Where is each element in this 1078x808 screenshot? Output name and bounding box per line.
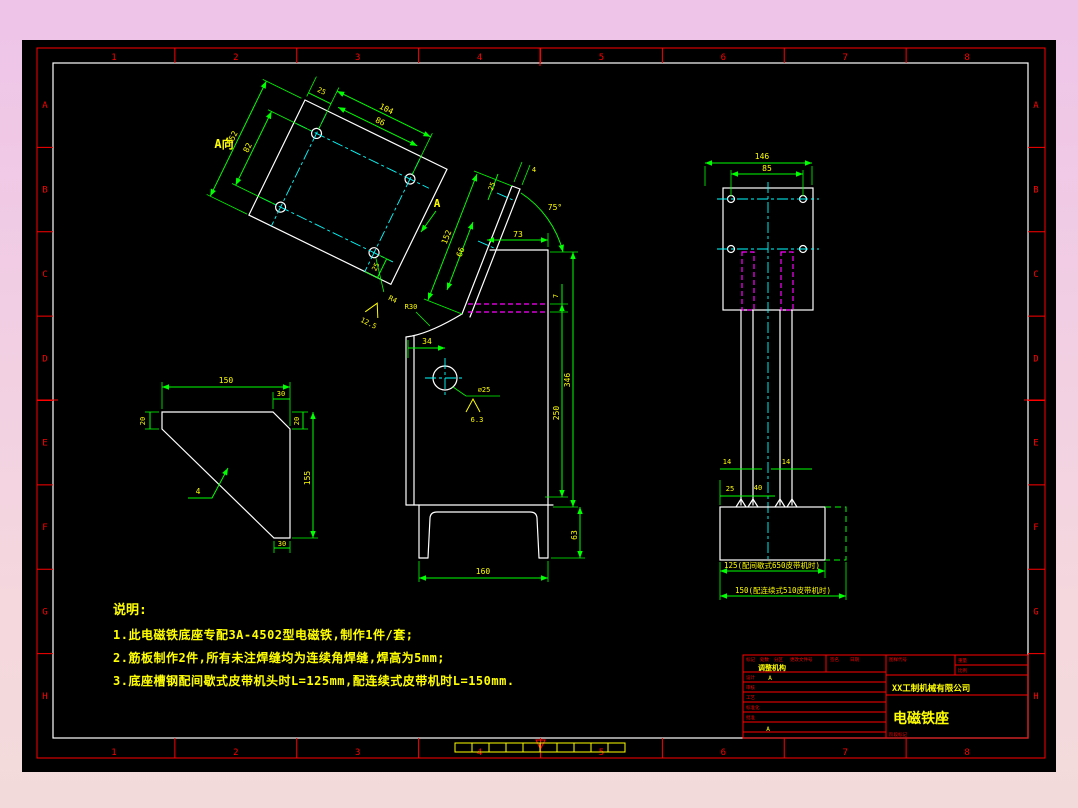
tb-label: 工艺 bbox=[746, 695, 755, 701]
zone-letter-right: G bbox=[1033, 607, 1038, 617]
zone-number-top: 5 bbox=[599, 53, 604, 63]
zone-letter-left: B bbox=[42, 186, 47, 196]
dim: 85 bbox=[762, 164, 772, 173]
dim: R30 bbox=[405, 303, 418, 311]
tb-label: 审核 bbox=[746, 684, 755, 691]
dim: 20 bbox=[293, 417, 301, 425]
dim: 75° bbox=[548, 203, 562, 212]
tb-signature: A bbox=[768, 675, 772, 682]
zone-number-top: 4 bbox=[477, 53, 482, 63]
tb-label: 比例 bbox=[958, 667, 967, 674]
dim: 20 bbox=[139, 417, 147, 425]
zone-number-bottom: 4 bbox=[477, 748, 482, 758]
roughness-value: 6.3 bbox=[471, 416, 484, 424]
note-line: 1.此电磁铁底座专配3A-4502型电磁铁,制作1件/套; bbox=[113, 627, 413, 642]
zone-letter-right: D bbox=[1033, 354, 1038, 364]
tb-label: 图样代号 bbox=[889, 656, 907, 663]
tb-label: 设计 bbox=[746, 674, 755, 681]
zone-letter-right: H bbox=[1033, 692, 1038, 702]
tb-label: 标记 bbox=[746, 656, 755, 663]
zone-number-top: 3 bbox=[355, 53, 360, 63]
zone-number-bottom: 2 bbox=[233, 748, 238, 758]
dim: 125(配间歇式650皮带机时) bbox=[724, 560, 820, 570]
tb-company: XX工制机械有限公司 bbox=[892, 683, 970, 694]
dim: 14 bbox=[723, 458, 731, 466]
tb-signature: A bbox=[766, 726, 770, 733]
zone-number-bottom: 1 bbox=[111, 748, 116, 758]
dim: 150(配连续式510皮带机时) bbox=[735, 585, 831, 595]
zone-letter-left: H bbox=[42, 692, 47, 702]
tb-label: 分区 bbox=[774, 656, 783, 663]
zone-letter-right: E bbox=[1033, 439, 1038, 449]
dim: 30 bbox=[277, 390, 285, 398]
tb-label: 更改文件号 bbox=[790, 656, 813, 663]
dim: 7 bbox=[552, 294, 560, 298]
page: 1122334455667788AABBCCDDEEFFGGHH A向 104 bbox=[0, 0, 1078, 808]
tb-label: 标准化 bbox=[746, 704, 760, 711]
dim: ⌀25 bbox=[478, 386, 491, 394]
dim: 30 bbox=[278, 540, 286, 548]
tb-label: 处数 bbox=[760, 656, 769, 663]
zone-letter-left: D bbox=[42, 354, 47, 364]
zone-letter-left: A bbox=[42, 101, 48, 111]
dim: 4 bbox=[532, 166, 536, 174]
dim: 40 bbox=[754, 484, 762, 492]
dim: 34 bbox=[422, 337, 432, 346]
zone-letter-left: F bbox=[42, 523, 47, 533]
zone-number-top: 7 bbox=[842, 53, 847, 63]
note-line: 2.筋板制作2件,所有未注焊缝均为连续角焊缝,焊高为5mm; bbox=[113, 650, 445, 665]
zone-letter-left: G bbox=[42, 607, 47, 617]
dim: 73 bbox=[513, 230, 523, 239]
note-line: 3.底座槽钢配间歇式皮带机头时L=125mm,配连续式皮带机时L=150mm. bbox=[113, 673, 515, 688]
zone-number-bottom: 7 bbox=[842, 748, 847, 758]
zone-number-bottom: 3 bbox=[355, 748, 360, 758]
zone-number-bottom: 8 bbox=[964, 748, 969, 758]
dim: 14 bbox=[782, 458, 790, 466]
zone-letter-right: F bbox=[1033, 523, 1038, 533]
tb-label: 签名 bbox=[830, 656, 839, 663]
dim: 25 bbox=[726, 485, 734, 493]
section-label: A bbox=[434, 197, 441, 210]
zone-letter-right: C bbox=[1033, 270, 1038, 280]
dim: 146 bbox=[755, 152, 770, 161]
zone-number-bottom: 6 bbox=[721, 748, 726, 758]
zone-letter-left: E bbox=[42, 439, 47, 449]
tb-label: 重量 bbox=[958, 657, 967, 664]
dim: 150 bbox=[219, 376, 234, 385]
zone-number-top: 1 bbox=[111, 53, 116, 63]
tb-label: 日期 bbox=[850, 657, 859, 663]
dim: 160 bbox=[476, 567, 491, 576]
zone-letter-left: C bbox=[42, 270, 47, 280]
dim: 346 bbox=[563, 373, 572, 388]
zone-number-bottom: 5 bbox=[599, 748, 604, 758]
tb-label: 阶段标记 bbox=[889, 731, 907, 738]
tb-label: 批准 bbox=[746, 714, 755, 721]
zone-number-top: 2 bbox=[233, 53, 238, 63]
dim: 4 bbox=[196, 487, 201, 496]
zone-letter-right: B bbox=[1033, 186, 1038, 196]
dim: 155 bbox=[303, 471, 312, 486]
cad-drawing-canvas[interactable]: 1122334455667788A AB BC CD DE EF FG GH H A向 104 bbox=[0, 0, 1078, 808]
dim: 250 bbox=[552, 406, 561, 421]
notes-heading: 说明: bbox=[113, 602, 147, 618]
tb-drawing-title: 电磁铁座 bbox=[893, 710, 949, 727]
zone-number-top: 8 bbox=[964, 53, 969, 63]
zone-number-top: 6 bbox=[721, 53, 726, 63]
zone-letter-right: A bbox=[1033, 101, 1039, 111]
tb-assembly: 调整机构 bbox=[758, 663, 786, 672]
dim: 63 bbox=[570, 530, 579, 540]
